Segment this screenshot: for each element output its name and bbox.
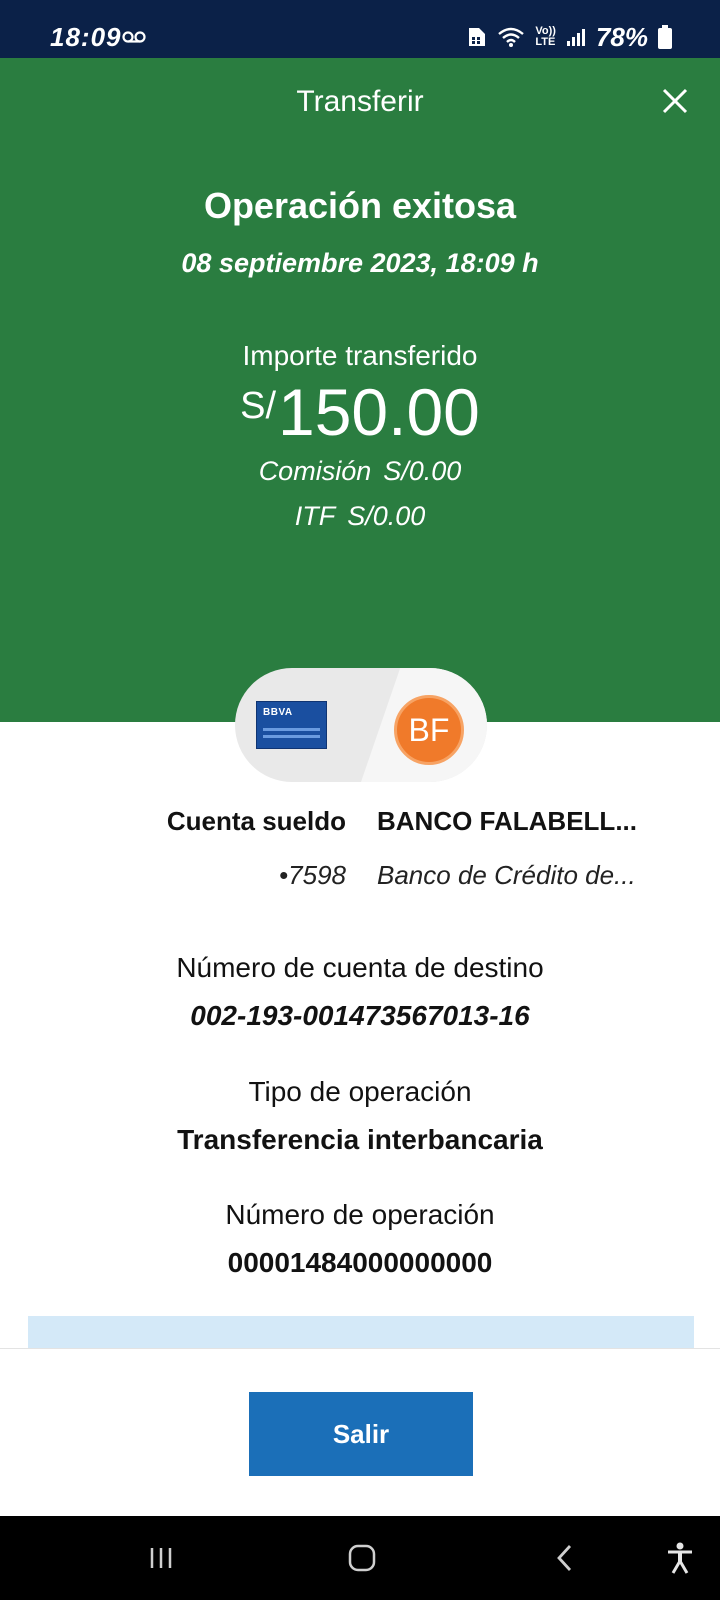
destination-bank-avatar: BF — [394, 695, 464, 765]
commission-label: Comisión — [258, 456, 372, 486]
bank-transfer-pill: BBVA BF — [235, 668, 487, 782]
sim-icon — [469, 28, 486, 46]
destination-name: BANCO FALABELL... — [377, 806, 637, 836]
destination-account-value: 002-193-001473567013-16 — [190, 1000, 530, 1031]
voicemail-icon — [122, 31, 146, 43]
destination-initials: BF — [408, 711, 450, 748]
card-stripe — [263, 735, 320, 738]
amount-value: 150.00 — [278, 375, 480, 449]
destination-bank: Banco de Crédito de... — [377, 860, 636, 890]
commission-row: Comisión S/0.00 — [0, 456, 720, 487]
wifi-icon — [498, 27, 525, 47]
card-stripe — [263, 728, 320, 731]
operation-number-value: 00001484000000000 — [227, 1247, 493, 1278]
operation-type-value: Transferencia interbancaria — [177, 1124, 543, 1155]
success-header: Transferir Operación exitosa 08 septiemb… — [0, 58, 720, 722]
success-title: Operación exitosa — [203, 185, 517, 226]
info-banner — [28, 1316, 694, 1352]
destination-account-label: Número de cuenta de destino — [176, 952, 544, 983]
home-icon[interactable] — [322, 1516, 402, 1600]
amount-currency: S/ — [240, 385, 277, 427]
status-icons: Vo)) LTE 78% — [467, 22, 672, 52]
recent-apps-icon[interactable] — [121, 1516, 201, 1600]
status-bar: 18:09 Vo)) LTE 78% — [0, 0, 720, 58]
amount-row: S/ 150.00 — [0, 373, 720, 452]
back-icon[interactable] — [525, 1516, 605, 1600]
status-time: 18:09 — [50, 22, 122, 52]
itf-label: ITF — [294, 501, 336, 531]
exit-button[interactable]: Salir — [249, 1392, 473, 1476]
bbva-logo-text: BBVA — [263, 707, 293, 718]
operation-number-label: Número de operación — [225, 1199, 495, 1230]
origin-account-name: Cuenta sueldo — [166, 806, 346, 836]
battery-icon — [658, 25, 672, 49]
operation-date: 08 septiembre 2023, 18:09 h — [181, 248, 539, 278]
operation-type-label: Tipo de operación — [248, 1076, 472, 1107]
origin-account-number: •7598 — [279, 860, 346, 890]
close-icon[interactable] — [658, 84, 692, 118]
footer: Salir — [0, 1348, 720, 1516]
volte-icon: Vo)) LTE — [535, 26, 556, 48]
volte-bottom-text: LTE — [535, 36, 556, 48]
bbva-card-icon: BBVA — [256, 701, 327, 749]
itf-value: S/0.00 — [347, 501, 426, 531]
itf-row: ITF S/0.00 — [0, 501, 720, 532]
accessibility-icon[interactable] — [640, 1516, 720, 1600]
battery-text: 78% — [595, 21, 648, 52]
signal-icon — [566, 29, 585, 46]
navigation-bar — [0, 1516, 720, 1600]
amount-label: Importe transferido — [242, 340, 478, 371]
commission-value: S/0.00 — [383, 456, 462, 486]
page-title: Transferir — [296, 85, 424, 118]
